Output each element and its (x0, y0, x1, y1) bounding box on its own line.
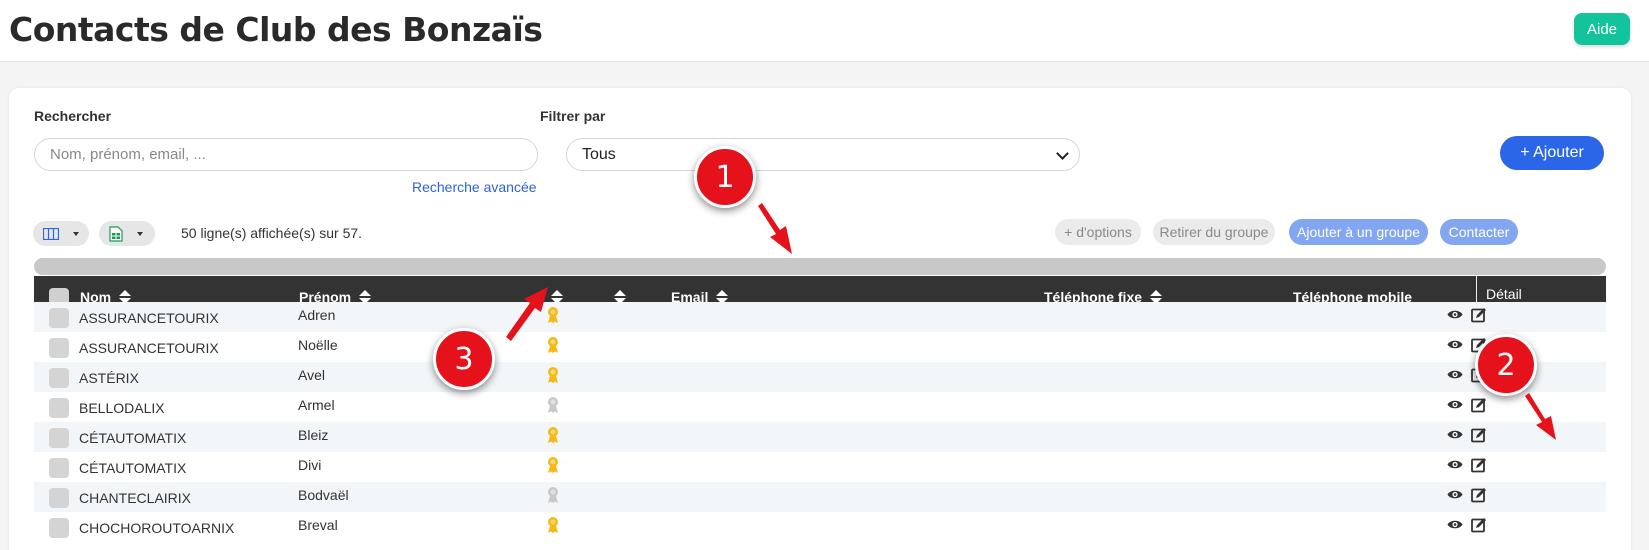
callout-arrow (1525, 393, 1556, 440)
callout-arrow (758, 203, 792, 254)
annotation-arrows (506, 203, 1556, 440)
callout-arrow (506, 287, 548, 341)
